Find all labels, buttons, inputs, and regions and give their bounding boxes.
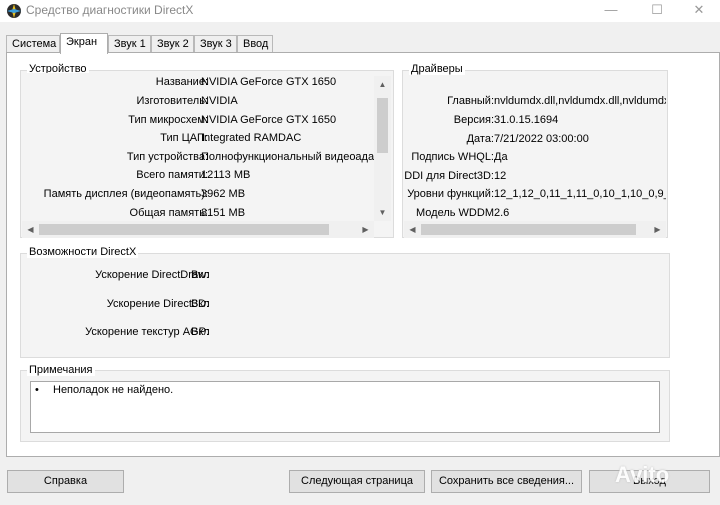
- tab-sound-1[interactable]: Звук 1: [108, 35, 151, 53]
- scroll-right-icon[interactable]: ▶: [649, 221, 666, 238]
- window-title: Средство диагностики DirectX: [26, 3, 194, 17]
- note-item: Неполадок не найдено.: [53, 384, 174, 396]
- driver-date-label: Дата:: [466, 133, 494, 145]
- maximize-button[interactable]: ☐: [634, 0, 680, 22]
- scroll-thumb[interactable]: [377, 98, 388, 153]
- wddm-model-label: Модель WDDM: [416, 207, 494, 219]
- avito-watermark: Avito: [615, 462, 670, 487]
- driver-date-value: 7/21/2022 03:00:00: [494, 133, 589, 145]
- tab-system[interactable]: Система: [6, 35, 60, 53]
- scroll-down-icon[interactable]: ▼: [374, 204, 391, 221]
- device-horizontal-scrollbar[interactable]: ◀ ▶: [22, 221, 374, 238]
- tab-input[interactable]: Ввод: [237, 35, 273, 53]
- dac-type-value: Integrated RAMDAC: [201, 132, 302, 144]
- scroll-thumb[interactable]: [421, 224, 636, 235]
- scroll-right-icon[interactable]: ▶: [357, 221, 374, 238]
- directx-features-title: Возможности DirectX: [27, 246, 139, 258]
- feature-levels-value: 12_1,12_0,11_1,11_0,10_1,10_0,9_3: [494, 188, 666, 200]
- note-bullet-icon: •: [35, 384, 39, 396]
- device-type-label: Тип устройства:: [126, 151, 208, 163]
- ddi-label: DDI для Direct3D:: [404, 170, 494, 182]
- whql-value: Да: [494, 151, 508, 163]
- next-page-button[interactable]: Следующая страница: [289, 470, 425, 493]
- shared-memory-value: 8151 MB: [201, 207, 246, 219]
- chip-type-value: NVIDIA GeForce GTX 1650: [201, 114, 337, 126]
- directx-app-icon: [7, 4, 21, 18]
- device-name-value: NVIDIA GeForce GTX 1650: [201, 76, 337, 88]
- minimize-button[interactable]: —: [588, 0, 634, 22]
- directdraw-value: Вкл: [191, 269, 210, 281]
- chip-type-label: Тип микросхем:: [128, 114, 208, 126]
- close-button[interactable]: ✕: [676, 0, 720, 22]
- notes-title: Примечания: [27, 364, 95, 376]
- tab-display[interactable]: Экран: [60, 33, 108, 54]
- total-memory-label: Всего памяти:: [136, 169, 208, 181]
- driver-main-value: nvldumdx.dll,nvldumdx.dll,nvldumdx.c: [494, 95, 666, 107]
- tab-sound-2[interactable]: Звук 2: [151, 35, 194, 53]
- drivers-info-panel: Главный: nvldumdx.dll,nvldumdx.dll,nvldu…: [404, 92, 666, 221]
- tab-sound-3[interactable]: Звук 3: [194, 35, 237, 53]
- agp-texture-value: Вкл: [191, 326, 210, 338]
- drivers-group-title: Драйверы: [409, 63, 465, 75]
- driver-version-label: Версия:: [453, 114, 494, 126]
- manufacturer-label: Изготовитель:: [136, 95, 209, 107]
- notes-textbox[interactable]: • Неполадок не найдено.: [30, 381, 660, 433]
- whql-label: Подпись WHQL:: [411, 151, 494, 163]
- manufacturer-value: NVIDIA: [201, 95, 238, 107]
- driver-version-value: 31.0.15.1694: [494, 114, 559, 126]
- display-memory-label: Память дисплея (видеопамять):: [43, 188, 208, 200]
- save-all-button[interactable]: Сохранить все сведения...: [431, 470, 582, 493]
- total-memory-value: 12113 MB: [201, 169, 251, 181]
- scroll-left-icon[interactable]: ◀: [22, 221, 39, 238]
- scroll-up-icon[interactable]: ▲: [374, 76, 391, 93]
- help-button[interactable]: Справка: [7, 470, 124, 493]
- ddi-value: 12: [494, 170, 507, 182]
- title-bar: Средство диагностики DirectX — ☐ ✕: [0, 0, 720, 22]
- driver-main-label: Главный:: [447, 95, 494, 107]
- display-memory-value: 3962 MB: [201, 188, 246, 200]
- device-vertical-scrollbar[interactable]: ▲ ▼: [374, 76, 391, 221]
- feature-levels-label: Уровни функций:: [407, 188, 494, 200]
- device-info-panel: Название: NVIDIA GeForce GTX 1650 Изгото…: [22, 73, 374, 220]
- wddm-model-value: 2.6: [494, 207, 510, 219]
- scroll-thumb[interactable]: [39, 224, 329, 235]
- shared-memory-label: Общая память:: [129, 207, 208, 219]
- device-type-value: Полнофункциональный видеоадап: [201, 151, 374, 163]
- drivers-horizontal-scrollbar[interactable]: ◀ ▶: [404, 221, 666, 238]
- scroll-left-icon[interactable]: ◀: [404, 221, 421, 238]
- direct3d-value: Вкл: [191, 298, 210, 310]
